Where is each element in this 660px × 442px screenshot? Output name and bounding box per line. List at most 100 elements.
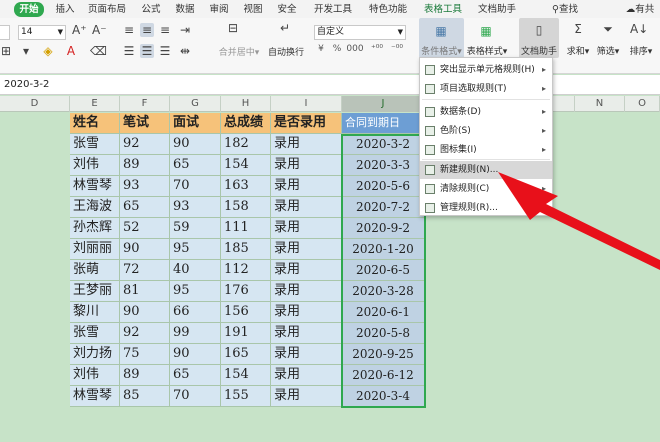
cell-written[interactable]: 52 [120,218,170,239]
sum-icon[interactable]: Σ [570,22,586,36]
font-name-box[interactable] [0,25,10,40]
tab-security[interactable]: 安全 [274,2,300,17]
tab-start[interactable]: 开始 [14,2,44,17]
cell-interview[interactable]: 70 [170,176,221,197]
cell-name[interactable]: 刘伟 [70,155,120,176]
sort-icon[interactable]: A↓ [630,22,648,36]
cell-total[interactable]: 165 [221,344,271,365]
cell-interview[interactable]: 90 [170,344,221,365]
cell-written[interactable]: 93 [120,176,170,197]
cell-contract-date[interactable]: 2020-3-4 [342,386,425,407]
eraser-icon[interactable]: ⌫ [90,44,107,58]
doc-helper-button[interactable]: ▯ 文档助手 [519,18,559,58]
tab-insert[interactable]: 插入 [52,2,78,17]
wrap-icon[interactable]: ↵ [278,21,292,35]
cell-hired[interactable]: 录用 [271,134,342,155]
indent-icon[interactable]: ⇥ [178,23,192,37]
cell-hired[interactable]: 录用 [271,302,342,323]
cell-written[interactable]: 92 [120,323,170,344]
merge-center-button[interactable]: 合并居中▾ [214,45,264,58]
align-left-icon[interactable]: ☰ [122,44,136,58]
currency-icon[interactable]: ¥ [314,44,328,54]
menu-item[interactable]: 项目选取规则(T) ▸ [420,80,552,98]
cell-interview[interactable]: 95 [170,281,221,302]
cell-name[interactable]: 张雪 [70,323,120,344]
percent-icon[interactable]: % [330,44,344,54]
cell-interview[interactable]: 99 [170,323,221,344]
font-size-box[interactable]: 14 ▼ [18,25,66,40]
decimal-increase-icon[interactable]: ⁺⁰⁰ [368,44,386,54]
cell-contract-date[interactable]: 2020-9-25 [342,344,425,365]
font-shrink-icon[interactable]: A⁻ [92,23,107,37]
cell-written[interactable]: 89 [120,155,170,176]
borders-dropdown-icon[interactable]: ▾ [20,44,32,58]
cell-total[interactable]: 163 [221,176,271,197]
cell-hired[interactable]: 录用 [271,176,342,197]
conditional-format-button[interactable]: ▦ 条件格式▾ [419,18,464,58]
cell-hired[interactable]: 录用 [271,197,342,218]
column-header[interactable]: D [0,96,70,112]
cell-written[interactable]: 89 [120,365,170,386]
cell-name[interactable]: 孙杰辉 [70,218,120,239]
cell-total[interactable]: 158 [221,197,271,218]
cell-contract-date[interactable]: 2020-6-12 [342,365,425,386]
header-cell-name[interactable]: 姓名 [70,113,120,134]
tab-page-layout[interactable]: 页面布局 [86,2,128,17]
cell-written[interactable]: 81 [120,281,170,302]
sum-button[interactable]: 求和▾ [564,44,592,57]
cell-interview[interactable]: 65 [170,155,221,176]
tab-table-tools[interactable]: 表格工具 [422,2,464,17]
cell-total[interactable]: 185 [221,239,271,260]
table-style-button[interactable]: 表格样式▾ [464,44,510,57]
thousands-icon[interactable]: 000 [346,44,364,54]
tab-doc-helper[interactable]: 文档助手 [476,2,518,17]
table-style-icon[interactable]: ▦ [478,24,494,38]
cell-name[interactable]: 林雪琴 [70,176,120,197]
cell-total[interactable]: 112 [221,260,271,281]
header-cell-interview[interactable]: 面试 [170,113,221,134]
cell-contract-date[interactable]: 2020-3-28 [342,281,425,302]
cell-hired[interactable]: 录用 [271,239,342,260]
cell-written[interactable]: 72 [120,260,170,281]
column-header[interactable]: E [70,96,120,112]
cell-total[interactable]: 154 [221,155,271,176]
cell-contract-date[interactable]: 2020-3-2 [342,134,425,155]
cell-hired[interactable]: 录用 [271,155,342,176]
filter-button[interactable]: 筛选▾ [594,44,622,57]
cell-contract-date[interactable]: 2020-3-3 [342,155,425,176]
cell-name[interactable]: 林雪琴 [70,386,120,407]
tab-features[interactable]: 特色功能 [367,2,409,17]
cell-interview[interactable]: 70 [170,386,221,407]
cell-contract-date[interactable]: 2020-7-2 [342,197,425,218]
cell-written[interactable]: 85 [120,386,170,407]
column-header[interactable]: F [120,96,170,112]
border-icon[interactable]: ⊞ [0,44,12,58]
cell-interview[interactable]: 90 [170,134,221,155]
cell-name[interactable]: 刘力扬 [70,344,120,365]
cell-interview[interactable]: 93 [170,197,221,218]
column-header[interactable]: N [575,96,625,112]
align-center-icon[interactable]: ☰ [140,44,154,58]
header-cell-written[interactable]: 笔试 [120,113,170,134]
cell-total[interactable]: 154 [221,365,271,386]
cell-contract-date[interactable]: 2020-5-8 [342,323,425,344]
cell-name[interactable]: 王梦丽 [70,281,120,302]
column-header[interactable]: I [271,96,342,112]
cell-name[interactable]: 刘丽丽 [70,239,120,260]
cell-name[interactable]: 黎川 [70,302,120,323]
cell-hired[interactable]: 录用 [271,260,342,281]
align-bottom-icon[interactable]: ≡ [158,23,172,37]
align-middle-icon[interactable]: ≡ [140,23,154,37]
cell-contract-date[interactable]: 2020-6-1 [342,302,425,323]
cell-written[interactable]: 65 [120,197,170,218]
column-header[interactable]: O [625,96,660,112]
tab-view[interactable]: 视图 [240,2,266,17]
filter-icon[interactable]: ⏷ [600,22,616,37]
search-button[interactable]: ⚲查找 [545,2,585,17]
distribute-icon[interactable]: ⇹ [178,44,192,58]
tab-review[interactable]: 审阅 [206,2,232,17]
fill-color-icon[interactable]: ◈ [40,44,56,58]
cell-name[interactable]: 王海波 [70,197,120,218]
cell-contract-date[interactable]: 2020-1-20 [342,239,425,260]
font-color-icon[interactable]: A [64,44,78,58]
